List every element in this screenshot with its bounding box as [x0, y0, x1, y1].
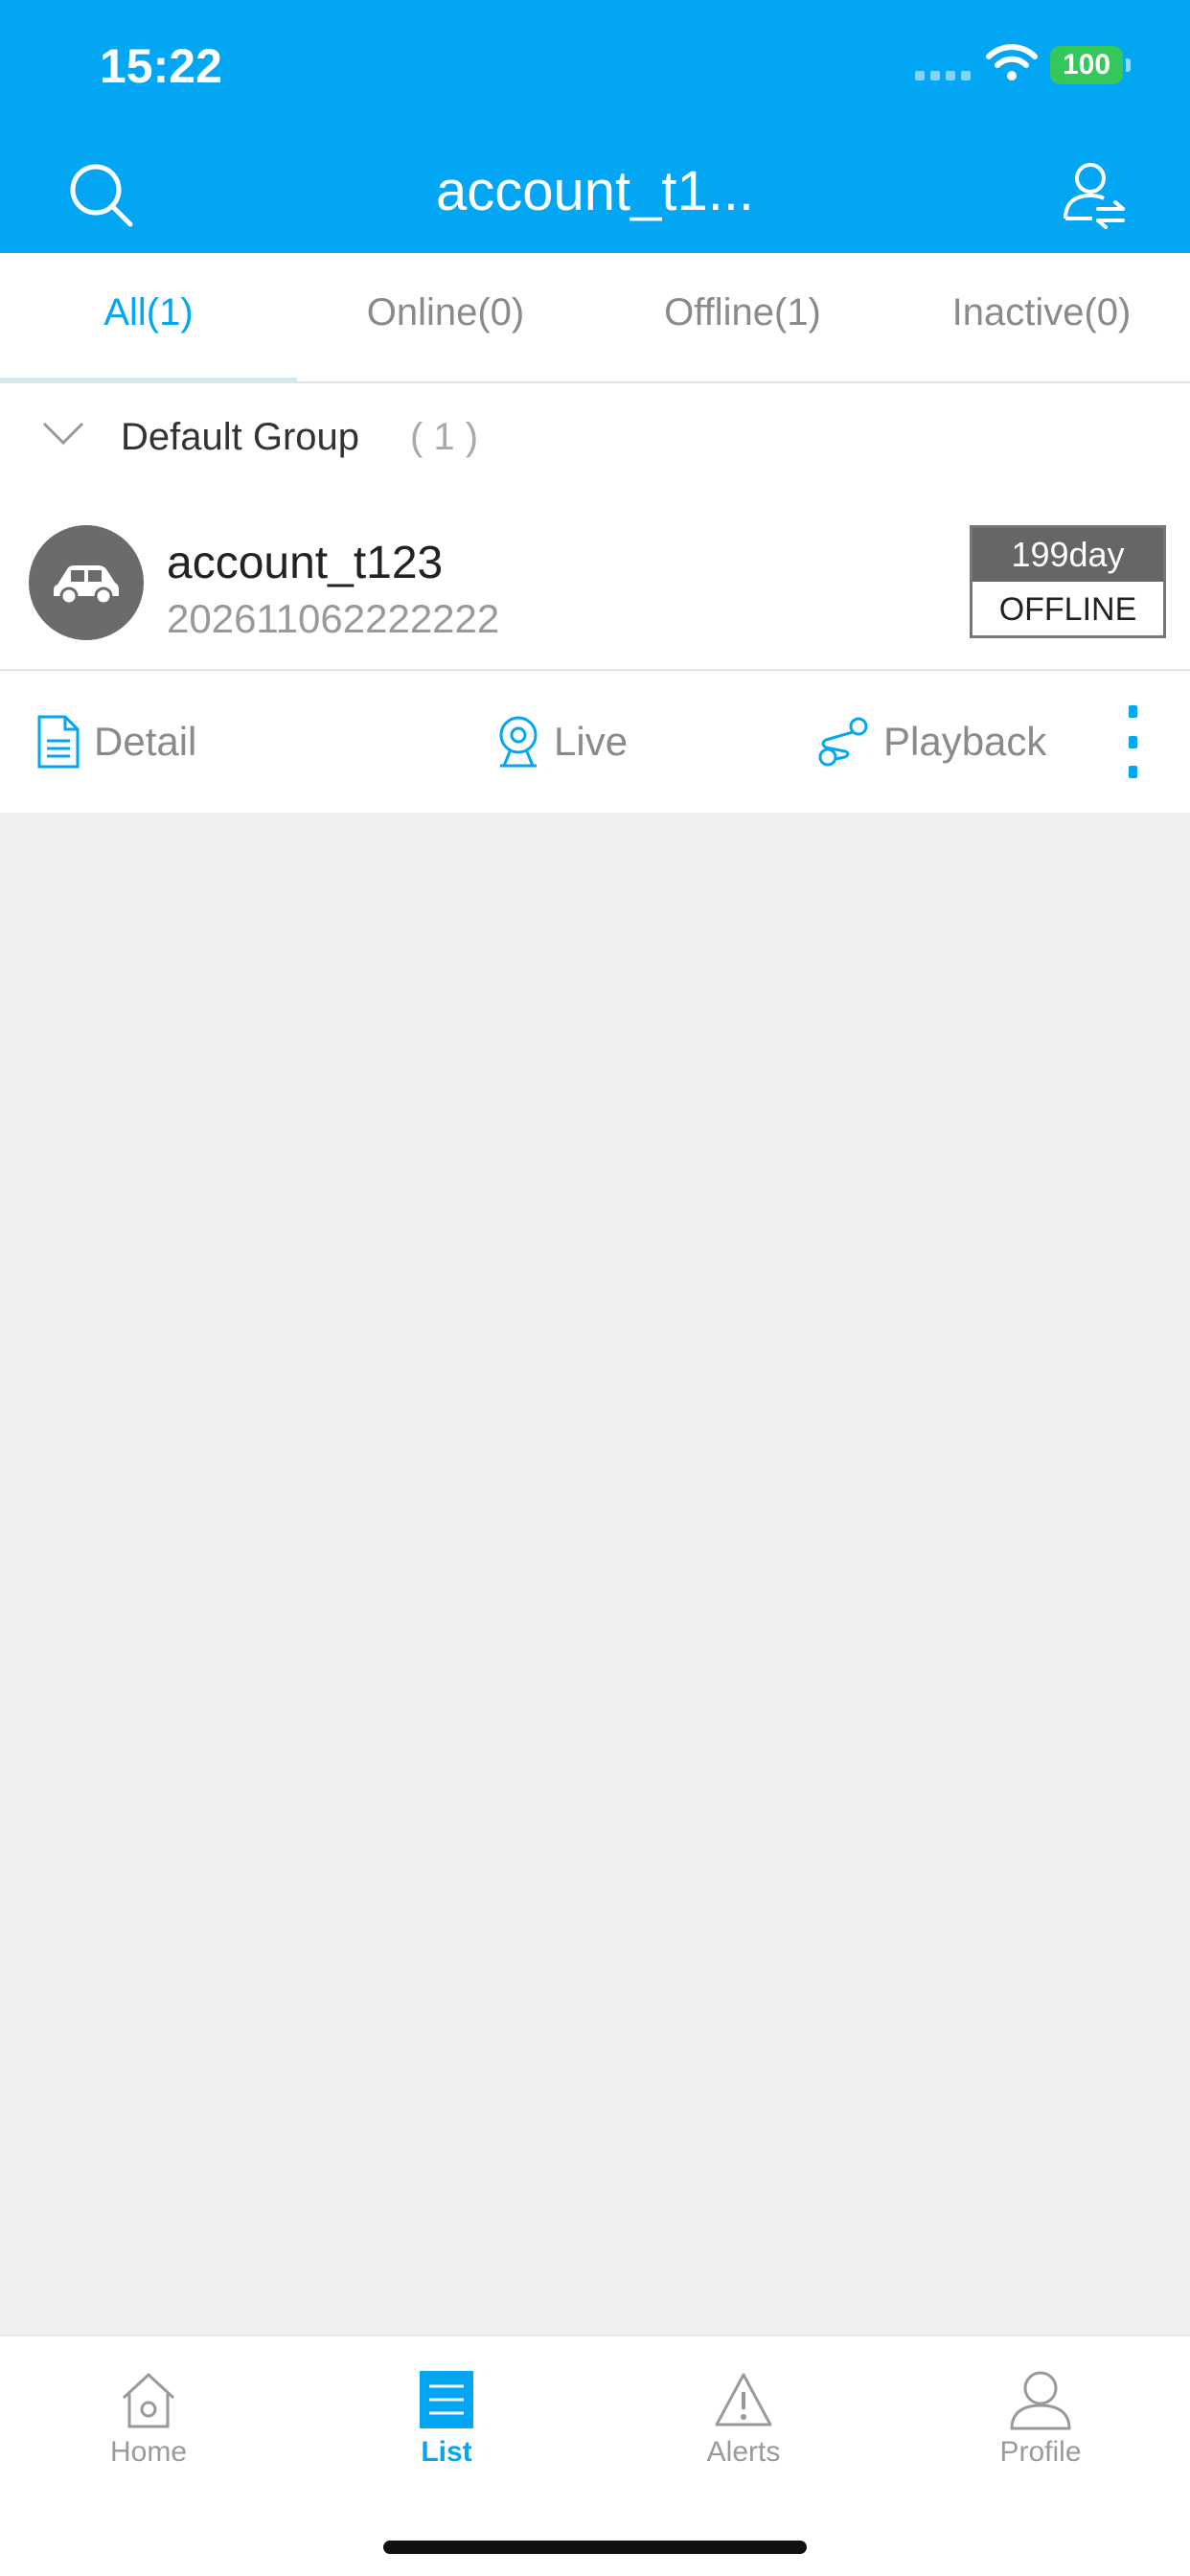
playback-button[interactable]: Playback: [816, 671, 1046, 813]
tabbar-list-label: List: [421, 2436, 472, 2468]
status-badge: 199day OFFLINE: [970, 525, 1166, 638]
tab-all[interactable]: All(1): [0, 253, 297, 383]
wifi-icon: [986, 44, 1038, 80]
tab-indicator: [0, 378, 297, 381]
switch-account-icon[interactable]: [1054, 155, 1131, 232]
tabbar-alerts[interactable]: Alerts: [648, 2369, 839, 2469]
route-icon: [818, 717, 868, 767]
chevron-down-icon: [42, 422, 84, 446]
document-icon: [37, 715, 80, 769]
cellular-signal-icon: [915, 71, 973, 80]
device-list-item[interactable]: account_t123 202611062222222 199day OFFL…: [0, 494, 1190, 671]
tab-online[interactable]: Online(0): [297, 253, 594, 383]
tabbar-home[interactable]: Home: [53, 2369, 244, 2469]
page-title: account_t1...: [435, 160, 755, 222]
home-icon: [122, 2372, 175, 2428]
car-icon: [54, 565, 119, 606]
live-label: Live: [554, 719, 629, 764]
tab-offline[interactable]: Offline(1): [594, 253, 891, 383]
live-button[interactable]: Live: [496, 671, 628, 813]
tabbar-home-label: Home: [109, 2436, 188, 2468]
device-avatar: [29, 525, 144, 640]
device-status: OFFLINE: [998, 591, 1137, 628]
offline-days: 199day: [973, 528, 1163, 582]
group-name: Default Group: [121, 416, 360, 458]
tabbar-profile[interactable]: Profile: [945, 2369, 1136, 2469]
device-id: 202611062222222: [167, 596, 500, 641]
nav-bar: account_t1...: [0, 144, 1190, 253]
tabbar-list[interactable]: List: [351, 2369, 542, 2469]
device-actions: Detail Live Playback: [0, 671, 1190, 813]
detail-label: Detail: [94, 719, 197, 764]
status-time: 15:22: [100, 39, 222, 93]
detail-button[interactable]: Detail: [36, 671, 196, 813]
list-icon: [420, 2371, 473, 2428]
group-header[interactable]: Default Group ( 1 ): [0, 383, 1190, 494]
user-icon: [1010, 2371, 1071, 2430]
group-count: ( 1 ): [410, 416, 479, 458]
battery-icon: 100: [1050, 46, 1131, 84]
home-indicator: [383, 2541, 807, 2554]
filter-tabs: All(1) Online(0) Offline(1) Inactive(0): [0, 253, 1190, 383]
device-name: account_t123: [167, 538, 444, 588]
webcam-icon: [499, 716, 538, 768]
status-bar: 15:22 100: [0, 0, 1190, 144]
warning-icon: [715, 2373, 772, 2426]
playback-label: Playback: [883, 719, 1047, 764]
tab-inactive[interactable]: Inactive(0): [893, 253, 1190, 383]
more-options-icon[interactable]: [1123, 705, 1142, 778]
tabbar-profile-label: Profile: [999, 2436, 1082, 2468]
tabbar-alerts-label: Alerts: [706, 2436, 781, 2468]
